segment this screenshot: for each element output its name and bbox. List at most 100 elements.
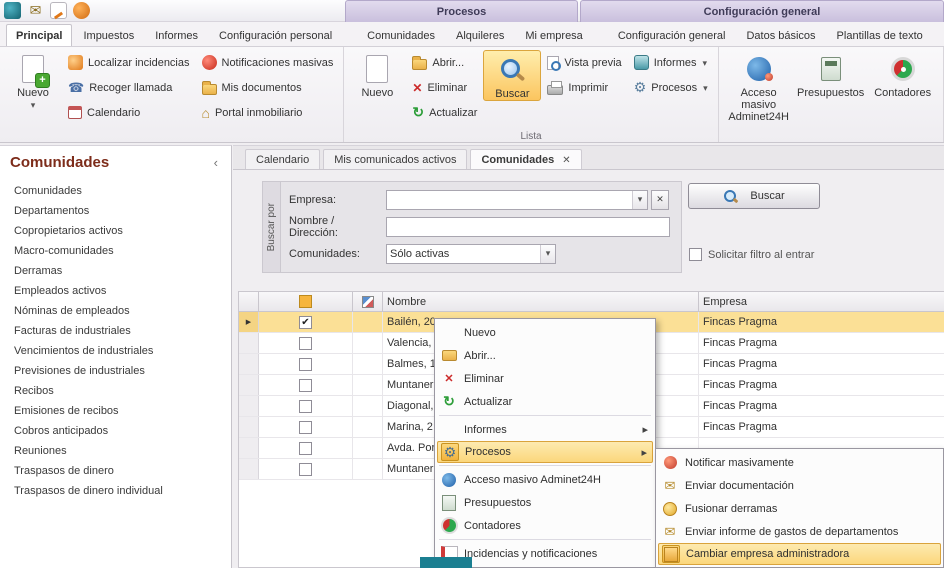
menu-item[interactable]: Presupuestos	[437, 491, 653, 514]
ribbon-tab[interactable]: Mi empresa	[515, 24, 592, 46]
row-checkbox[interactable]	[299, 379, 312, 392]
row-check-cell[interactable]	[259, 396, 353, 416]
document-tab[interactable]: Mis comunicados activos	[323, 149, 467, 169]
ribbon-tab[interactable]: Comunidades	[357, 24, 445, 46]
imprimir-button[interactable]: Imprimir	[543, 75, 625, 100]
row-check-cell[interactable]	[259, 354, 353, 374]
mail-icon[interactable]	[27, 2, 44, 19]
row-checkbox[interactable]	[299, 421, 312, 434]
vista-previa-button[interactable]: Vista previa	[543, 50, 625, 75]
row-check-cell[interactable]	[259, 375, 353, 395]
sidebar-item[interactable]: Recibos	[0, 381, 231, 401]
app-icon[interactable]	[4, 2, 21, 19]
solicitar-filtro-checkbox[interactable]	[689, 248, 702, 261]
sidebar-item[interactable]: Cobros anticipados	[0, 421, 231, 441]
select-all-checkbox[interactable]	[299, 295, 312, 308]
row-checkbox[interactable]	[299, 337, 312, 350]
menu-item[interactable]: Nuevo	[437, 321, 653, 344]
sidebar-item[interactable]: Emisiones de recibos	[0, 401, 231, 421]
column-header-empresa[interactable]: Empresa	[699, 292, 944, 311]
ribbon-tab[interactable]: Datos básicos	[736, 24, 825, 46]
chevron-down-icon[interactable]	[703, 82, 708, 94]
actualizar-button[interactable]: Actualizar	[408, 100, 481, 125]
chevron-down-icon[interactable]	[702, 57, 707, 69]
abrir-button[interactable]: Abrir...	[408, 50, 481, 75]
comunidades-combo[interactable]: Sólo activas	[386, 244, 556, 264]
sidebar-item[interactable]: Empleados activos	[0, 281, 231, 301]
menu-item[interactable]: Eliminar	[437, 367, 653, 390]
sidebar-item[interactable]: Derramas	[0, 261, 231, 281]
submenu-item[interactable]: Enviar documentación	[658, 474, 941, 497]
ribbon-tab[interactable]: Plantillas de texto	[827, 24, 933, 46]
submenu-item[interactable]: Fusionar derramas	[658, 497, 941, 520]
buscar-button[interactable]: Buscar	[483, 50, 541, 101]
column-options-header[interactable]	[353, 292, 383, 311]
tab-close-icon[interactable]	[562, 155, 570, 166]
sidebar-item[interactable]: Previsiones de industriales	[0, 361, 231, 381]
buscar-filter-button[interactable]: Buscar	[688, 183, 820, 209]
presupuestos-button[interactable]: Presupuestos	[795, 50, 867, 99]
procesos-dropdown-button[interactable]: Procesos	[630, 75, 712, 100]
chevron-down-icon[interactable]	[31, 99, 36, 111]
sidebar-item[interactable]: Reuniones	[0, 441, 231, 461]
collapse-sidebar-icon[interactable]	[209, 155, 223, 170]
row-check-cell[interactable]	[259, 312, 353, 332]
row-checkbox[interactable]	[299, 358, 312, 371]
sidebar-item[interactable]: Copropietarios activos	[0, 221, 231, 241]
sidebar-item[interactable]: Nóminas de empleados	[0, 301, 231, 321]
row-checkbox[interactable]	[299, 442, 312, 455]
sidebar-item[interactable]: Comunidades	[0, 181, 231, 201]
nuevo-button[interactable]: Nuevo	[4, 50, 62, 111]
ribbon-tab[interactable]: Impuestos	[73, 24, 144, 46]
chevron-down-icon[interactable]	[632, 191, 647, 209]
ribbon-tab[interactable]: Configuración personal	[209, 24, 342, 46]
document-tab[interactable]: Comunidades	[470, 149, 581, 169]
informes-dropdown-button[interactable]: Informes	[630, 50, 712, 75]
submenu-item[interactable]: Notificar masivamente	[658, 451, 941, 474]
column-header-nombre[interactable]: Nombre	[383, 292, 699, 311]
row-check-cell[interactable]	[259, 438, 353, 458]
ribbon-tab[interactable]: Principal	[6, 24, 72, 46]
notes-icon[interactable]	[50, 2, 67, 19]
menu-item[interactable]: Informes	[437, 418, 653, 441]
menu-item[interactable]: Actualizar	[437, 390, 653, 413]
row-checkbox[interactable]	[299, 463, 312, 476]
sidebar-item[interactable]: Departamentos	[0, 201, 231, 221]
ribbon-tab[interactable]: Informes	[145, 24, 208, 46]
row-checkbox[interactable]	[299, 400, 312, 413]
menu-item[interactable]: Acceso masivo Adminet24H	[437, 468, 653, 491]
menu-item[interactable]: Abrir...	[437, 344, 653, 367]
row-check-cell[interactable]	[259, 333, 353, 353]
row-check-cell[interactable]	[259, 459, 353, 479]
calendario-button[interactable]: Calendario	[64, 100, 194, 125]
clear-empresa-icon[interactable]	[651, 190, 669, 210]
sidebar-item[interactable]: Traspasos de dinero	[0, 461, 231, 481]
eliminar-button[interactable]: Eliminar	[408, 75, 481, 100]
acceso-masivo-button[interactable]: Acceso masivo Adminet24H	[723, 50, 795, 123]
submenu-item[interactable]: Cambiar empresa administradora	[658, 543, 941, 565]
mis-documentos-button[interactable]: Mis documentos	[198, 75, 338, 100]
portal-inmobiliario-button[interactable]: Portal inmobiliario	[198, 100, 338, 125]
announce-icon[interactable]	[73, 2, 90, 19]
contadores-button[interactable]: Contadores	[867, 50, 939, 99]
sidebar-item[interactable]: Facturas de industriales	[0, 321, 231, 341]
ribbon-tab[interactable]: Alquileres	[446, 24, 514, 46]
nuevo-registro-button[interactable]: Nuevo	[348, 50, 406, 99]
sidebar-item[interactable]: Traspasos de dinero individual	[0, 481, 231, 501]
recoger-llamada-button[interactable]: Recoger llamada	[64, 75, 194, 100]
select-all-header[interactable]	[259, 292, 353, 311]
notificaciones-masivas-button[interactable]: Notificaciones masivas	[198, 50, 338, 75]
document-tab[interactable]: Calendario	[245, 149, 320, 169]
ribbon-tab[interactable]: Configuración general	[608, 24, 736, 46]
sidebar-item[interactable]: Vencimientos de industriales	[0, 341, 231, 361]
localizar-incidencias-button[interactable]: Localizar incidencias	[64, 50, 194, 75]
menu-item[interactable]: Procesos	[437, 441, 653, 463]
chevron-down-icon[interactable]	[540, 245, 555, 263]
nombre-direccion-input[interactable]	[386, 217, 670, 237]
sidebar-item[interactable]: Macro-comunidades	[0, 241, 231, 261]
row-checkbox[interactable]	[299, 316, 312, 329]
empresa-combo[interactable]	[386, 190, 648, 210]
menu-item[interactable]: Contadores	[437, 514, 653, 537]
submenu-item[interactable]: Enviar informe de gastos de departamento…	[658, 520, 941, 543]
row-check-cell[interactable]	[259, 417, 353, 437]
